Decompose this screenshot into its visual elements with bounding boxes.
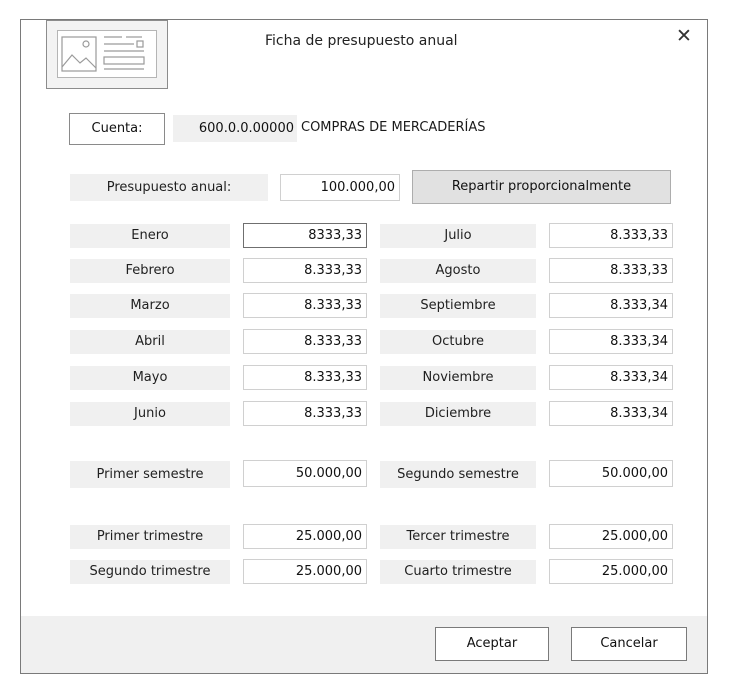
month-label-julio: Julio: [380, 224, 536, 248]
presupuesto-anual-label: Presupuesto anual:: [70, 174, 268, 201]
month-field-febrero[interactable]: 8.333,33: [243, 258, 367, 283]
cuenta-label: Cuenta:: [69, 113, 165, 145]
dialog-title: Ficha de presupuesto anual: [265, 33, 458, 49]
month-label-mayo: Mayo: [70, 366, 230, 390]
primer-trimestre-label: Primer trimestre: [70, 525, 230, 549]
month-field-mayo[interactable]: 8.333,33: [243, 365, 367, 390]
cuenta-code-field[interactable]: 600.0.0.00000: [173, 115, 297, 142]
primer-semestre-field[interactable]: 50.000,00: [243, 460, 367, 487]
month-field-enero[interactable]: 8333,33: [243, 223, 367, 248]
month-label-febrero: Febrero: [70, 259, 230, 283]
primer-trimestre-field[interactable]: 25.000,00: [243, 524, 367, 549]
close-icon[interactable]: ✕: [676, 27, 692, 46]
month-label-noviembre: Noviembre: [380, 366, 536, 390]
month-label-diciembre: Diciembre: [380, 402, 536, 426]
month-field-marzo[interactable]: 8.333,33: [243, 293, 367, 318]
tercer-trimestre-field[interactable]: 25.000,00: [549, 524, 673, 549]
month-label-agosto: Agosto: [380, 259, 536, 283]
presupuesto-anual-field[interactable]: 100.000,00: [280, 174, 400, 201]
month-field-octubre[interactable]: 8.333,34: [549, 329, 673, 354]
month-label-abril: Abril: [70, 330, 230, 354]
month-field-abril[interactable]: 8.333,33: [243, 329, 367, 354]
tercer-trimestre-label: Tercer trimestre: [380, 525, 536, 549]
month-field-junio[interactable]: 8.333,33: [243, 401, 367, 426]
month-label-septiembre: Septiembre: [380, 294, 536, 318]
cancelar-button[interactable]: Cancelar: [571, 627, 687, 661]
cuarto-trimestre-field[interactable]: 25.000,00: [549, 559, 673, 584]
cuarto-trimestre-label: Cuarto trimestre: [380, 560, 536, 584]
segundo-trimestre-label: Segundo trimestre: [70, 560, 230, 584]
image-placeholder-icon: [46, 20, 168, 89]
segundo-trimestre-field[interactable]: 25.000,00: [243, 559, 367, 584]
repartir-proporcionalmente-button[interactable]: Repartir proporcionalmente: [412, 170, 671, 204]
aceptar-button[interactable]: Aceptar: [435, 627, 549, 661]
segundo-semestre-field[interactable]: 50.000,00: [549, 460, 673, 487]
month-label-marzo: Marzo: [70, 294, 230, 318]
segundo-semestre-label: Segundo semestre: [380, 461, 536, 488]
month-label-octubre: Octubre: [380, 330, 536, 354]
month-field-julio[interactable]: 8.333,33: [549, 223, 673, 248]
month-field-diciembre[interactable]: 8.333,34: [549, 401, 673, 426]
cuenta-name: COMPRAS DE MERCADERÍAS: [301, 120, 486, 135]
month-label-junio: Junio: [70, 402, 230, 426]
month-field-agosto[interactable]: 8.333,33: [549, 258, 673, 283]
month-field-noviembre[interactable]: 8.333,34: [549, 365, 673, 390]
month-field-septiembre[interactable]: 8.333,34: [549, 293, 673, 318]
month-label-enero: Enero: [70, 224, 230, 248]
primer-semestre-label: Primer semestre: [70, 461, 230, 488]
